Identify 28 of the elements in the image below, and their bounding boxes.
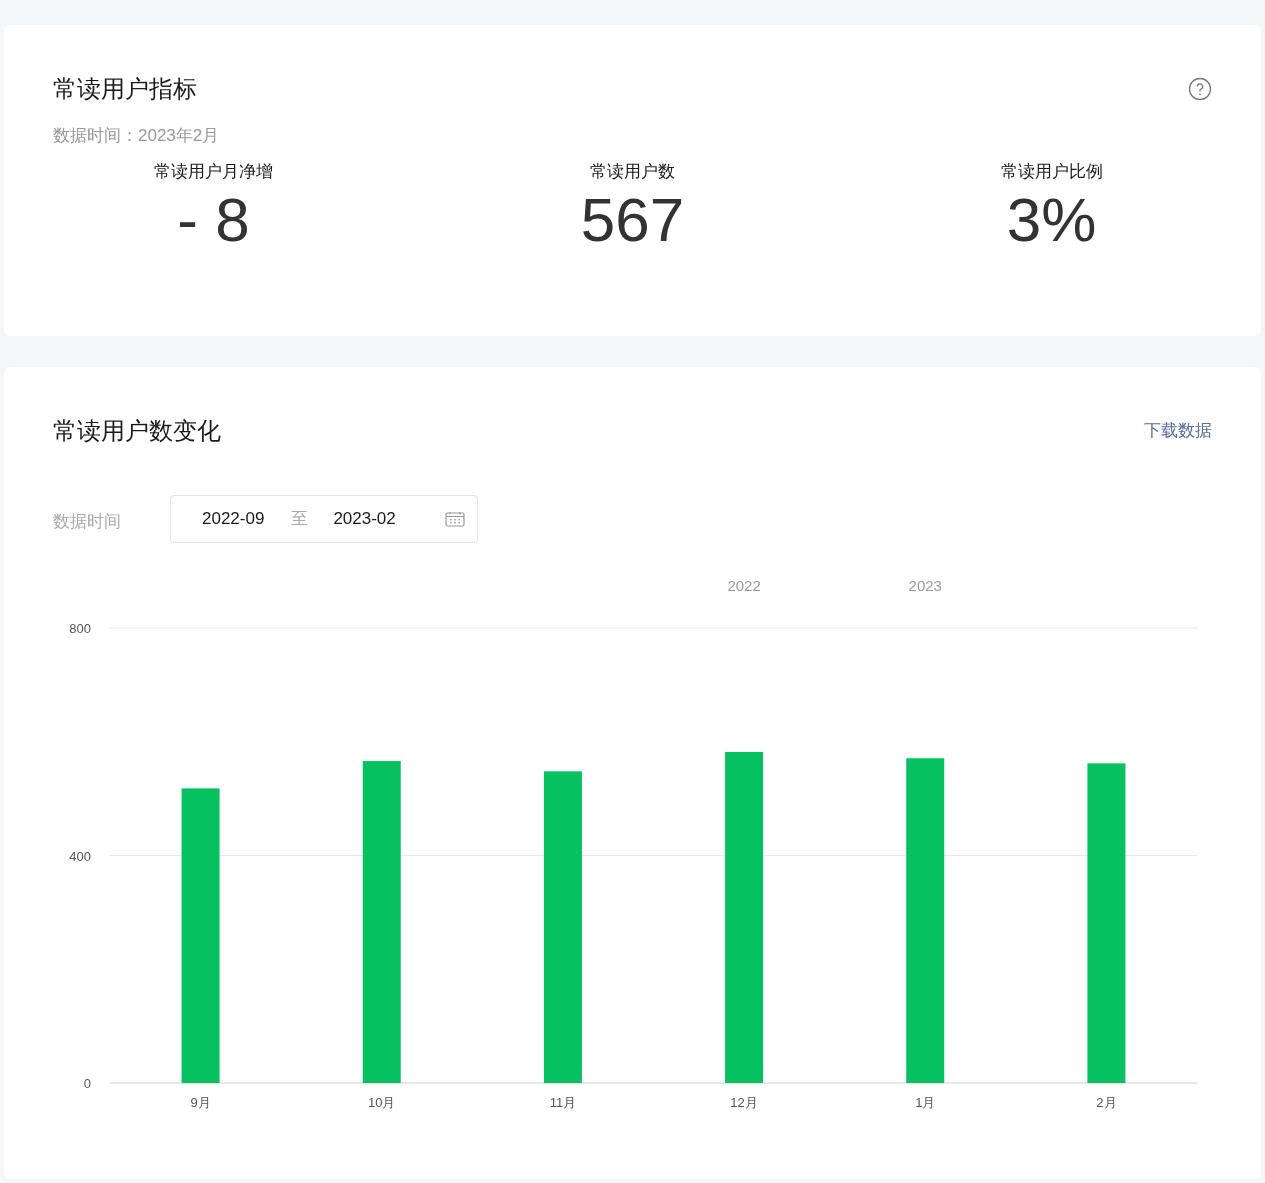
download-link[interactable]: 下载数据 — [1144, 418, 1212, 444]
card-title: 常读用户数变化 — [53, 416, 221, 446]
y-tick-label: 800 — [69, 621, 91, 636]
help-icon[interactable] — [1188, 77, 1212, 101]
data-time: 数据时间：2023年2月 — [53, 125, 221, 147]
filter-label: 数据时间 — [53, 511, 122, 534]
year-label: 2023 — [908, 577, 942, 594]
metric-label: 常读用户数 — [590, 160, 675, 183]
x-tick-label: 11月 — [549, 1095, 577, 1110]
card-title: 常读用户指标 — [53, 74, 197, 104]
x-tick-label: 10月 — [368, 1095, 396, 1110]
start-date: 2022-09 — [202, 508, 265, 531]
date-range-picker[interactable]: 2022-09 至 2023-02 — [170, 495, 478, 543]
year-label: 2022 — [727, 577, 761, 594]
end-date: 2023-02 — [333, 508, 396, 531]
metric-value: 567 — [580, 184, 685, 256]
metric-label: 常读用户比例 — [1000, 160, 1103, 183]
range-separator: 至 — [291, 508, 309, 531]
y-tick-label: 400 — [69, 848, 91, 864]
x-tick-label: 1月 — [915, 1095, 936, 1110]
x-tick-label: 2月 — [1096, 1095, 1117, 1110]
calendar-icon — [445, 511, 465, 527]
y-tick-label: 0 — [83, 1076, 91, 1091]
x-tick-label: 9月 — [190, 1095, 211, 1110]
metric-value: - 8 — [177, 184, 250, 256]
x-tick-label: 12月 — [730, 1095, 758, 1110]
metric-label: 常读用户月净增 — [154, 160, 273, 183]
metric-value: 3% — [1006, 184, 1097, 256]
